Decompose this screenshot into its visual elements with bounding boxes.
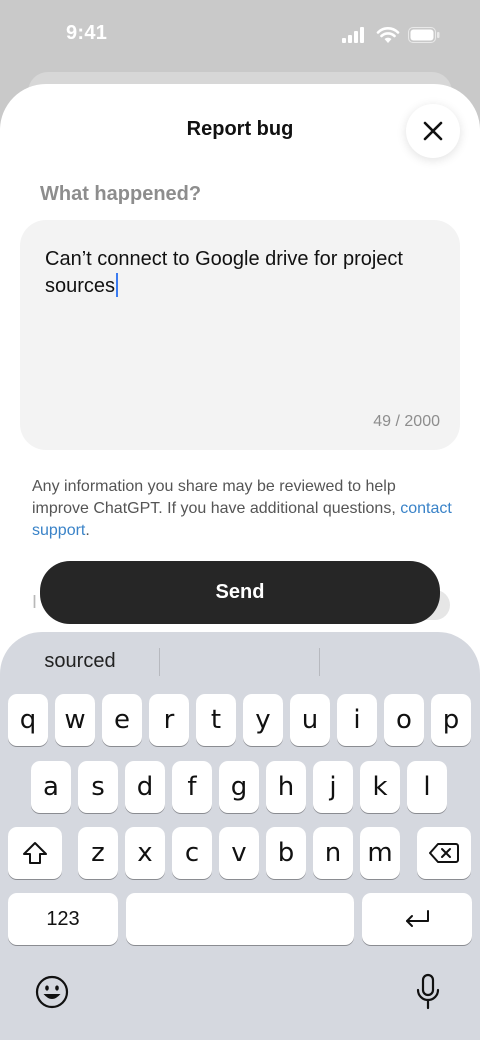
key-e[interactable]: e — [102, 694, 142, 746]
bug-description-input[interactable]: Can’t connect to Google drive for projec… — [20, 220, 460, 450]
wifi-icon — [376, 27, 400, 43]
include-option-label: I — [32, 592, 38, 612]
send-button[interactable]: Send — [40, 561, 440, 624]
key-n[interactable]: n — [313, 827, 353, 879]
disclaimer-end: . — [85, 522, 90, 539]
text-caret — [116, 273, 119, 297]
microphone-button[interactable] — [408, 970, 448, 1014]
bug-description-text[interactable]: Can’t connect to Google drive for projec… — [45, 246, 445, 300]
disclaimer-text: Any information you share may be reviewe… — [32, 478, 401, 517]
bug-description-value: Can’t connect to Google drive for projec… — [45, 248, 403, 297]
key-k[interactable]: k — [360, 761, 400, 813]
microphone-icon — [416, 973, 440, 1010]
suggestion-bar: sourced — [0, 632, 480, 690]
key-a[interactable]: a — [31, 761, 71, 813]
section-label: What happened? — [40, 183, 202, 205]
disclaimer: Any information you share may be reviewe… — [32, 476, 452, 542]
key-m[interactable]: m — [360, 827, 400, 879]
numbers-key[interactable]: 123 — [8, 893, 118, 945]
key-t[interactable]: t — [196, 694, 236, 746]
key-s[interactable]: s — [78, 761, 118, 813]
key-i[interactable]: i — [337, 694, 377, 746]
close-button[interactable] — [406, 104, 460, 158]
shift-icon — [23, 842, 47, 864]
key-j[interactable]: j — [313, 761, 353, 813]
key-r[interactable]: r — [149, 694, 189, 746]
shift-key[interactable] — [8, 827, 62, 879]
key-f[interactable]: f — [172, 761, 212, 813]
key-l[interactable]: l — [407, 761, 447, 813]
delete-key[interactable] — [417, 827, 471, 879]
key-p[interactable]: p — [431, 694, 471, 746]
return-key[interactable] — [362, 893, 472, 945]
emoji-icon — [35, 975, 69, 1009]
close-icon — [423, 121, 443, 141]
character-count: 49 / 2000 — [373, 413, 440, 430]
battery-icon — [408, 27, 440, 43]
key-u[interactable]: u — [290, 694, 330, 746]
key-o[interactable]: o — [384, 694, 424, 746]
key-w[interactable]: w — [55, 694, 95, 746]
key-v[interactable]: v — [219, 827, 259, 879]
delete-icon — [429, 843, 459, 863]
status-time: 9:41 — [66, 22, 108, 44]
key-x[interactable]: x — [125, 827, 165, 879]
key-d[interactable]: d — [125, 761, 165, 813]
status-icons — [342, 26, 440, 44]
key-y[interactable]: y — [243, 694, 283, 746]
signal-icon — [342, 27, 364, 43]
suggestion-2[interactable] — [160, 632, 320, 690]
suggestion-1[interactable]: sourced — [0, 632, 160, 690]
key-c[interactable]: c — [172, 827, 212, 879]
key-h[interactable]: h — [266, 761, 306, 813]
key-b[interactable]: b — [266, 827, 306, 879]
status-bar: 9:41 — [0, 0, 480, 72]
suggestion-3[interactable] — [320, 632, 480, 690]
key-q[interactable]: q — [8, 694, 48, 746]
emoji-button[interactable] — [32, 972, 72, 1012]
return-icon — [406, 910, 429, 927]
key-z[interactable]: z — [78, 827, 118, 879]
keyboard: sourced q w e r t y u i o p a s d f g h … — [0, 632, 480, 1040]
key-g[interactable]: g — [219, 761, 259, 813]
space-key[interactable] — [126, 893, 354, 945]
